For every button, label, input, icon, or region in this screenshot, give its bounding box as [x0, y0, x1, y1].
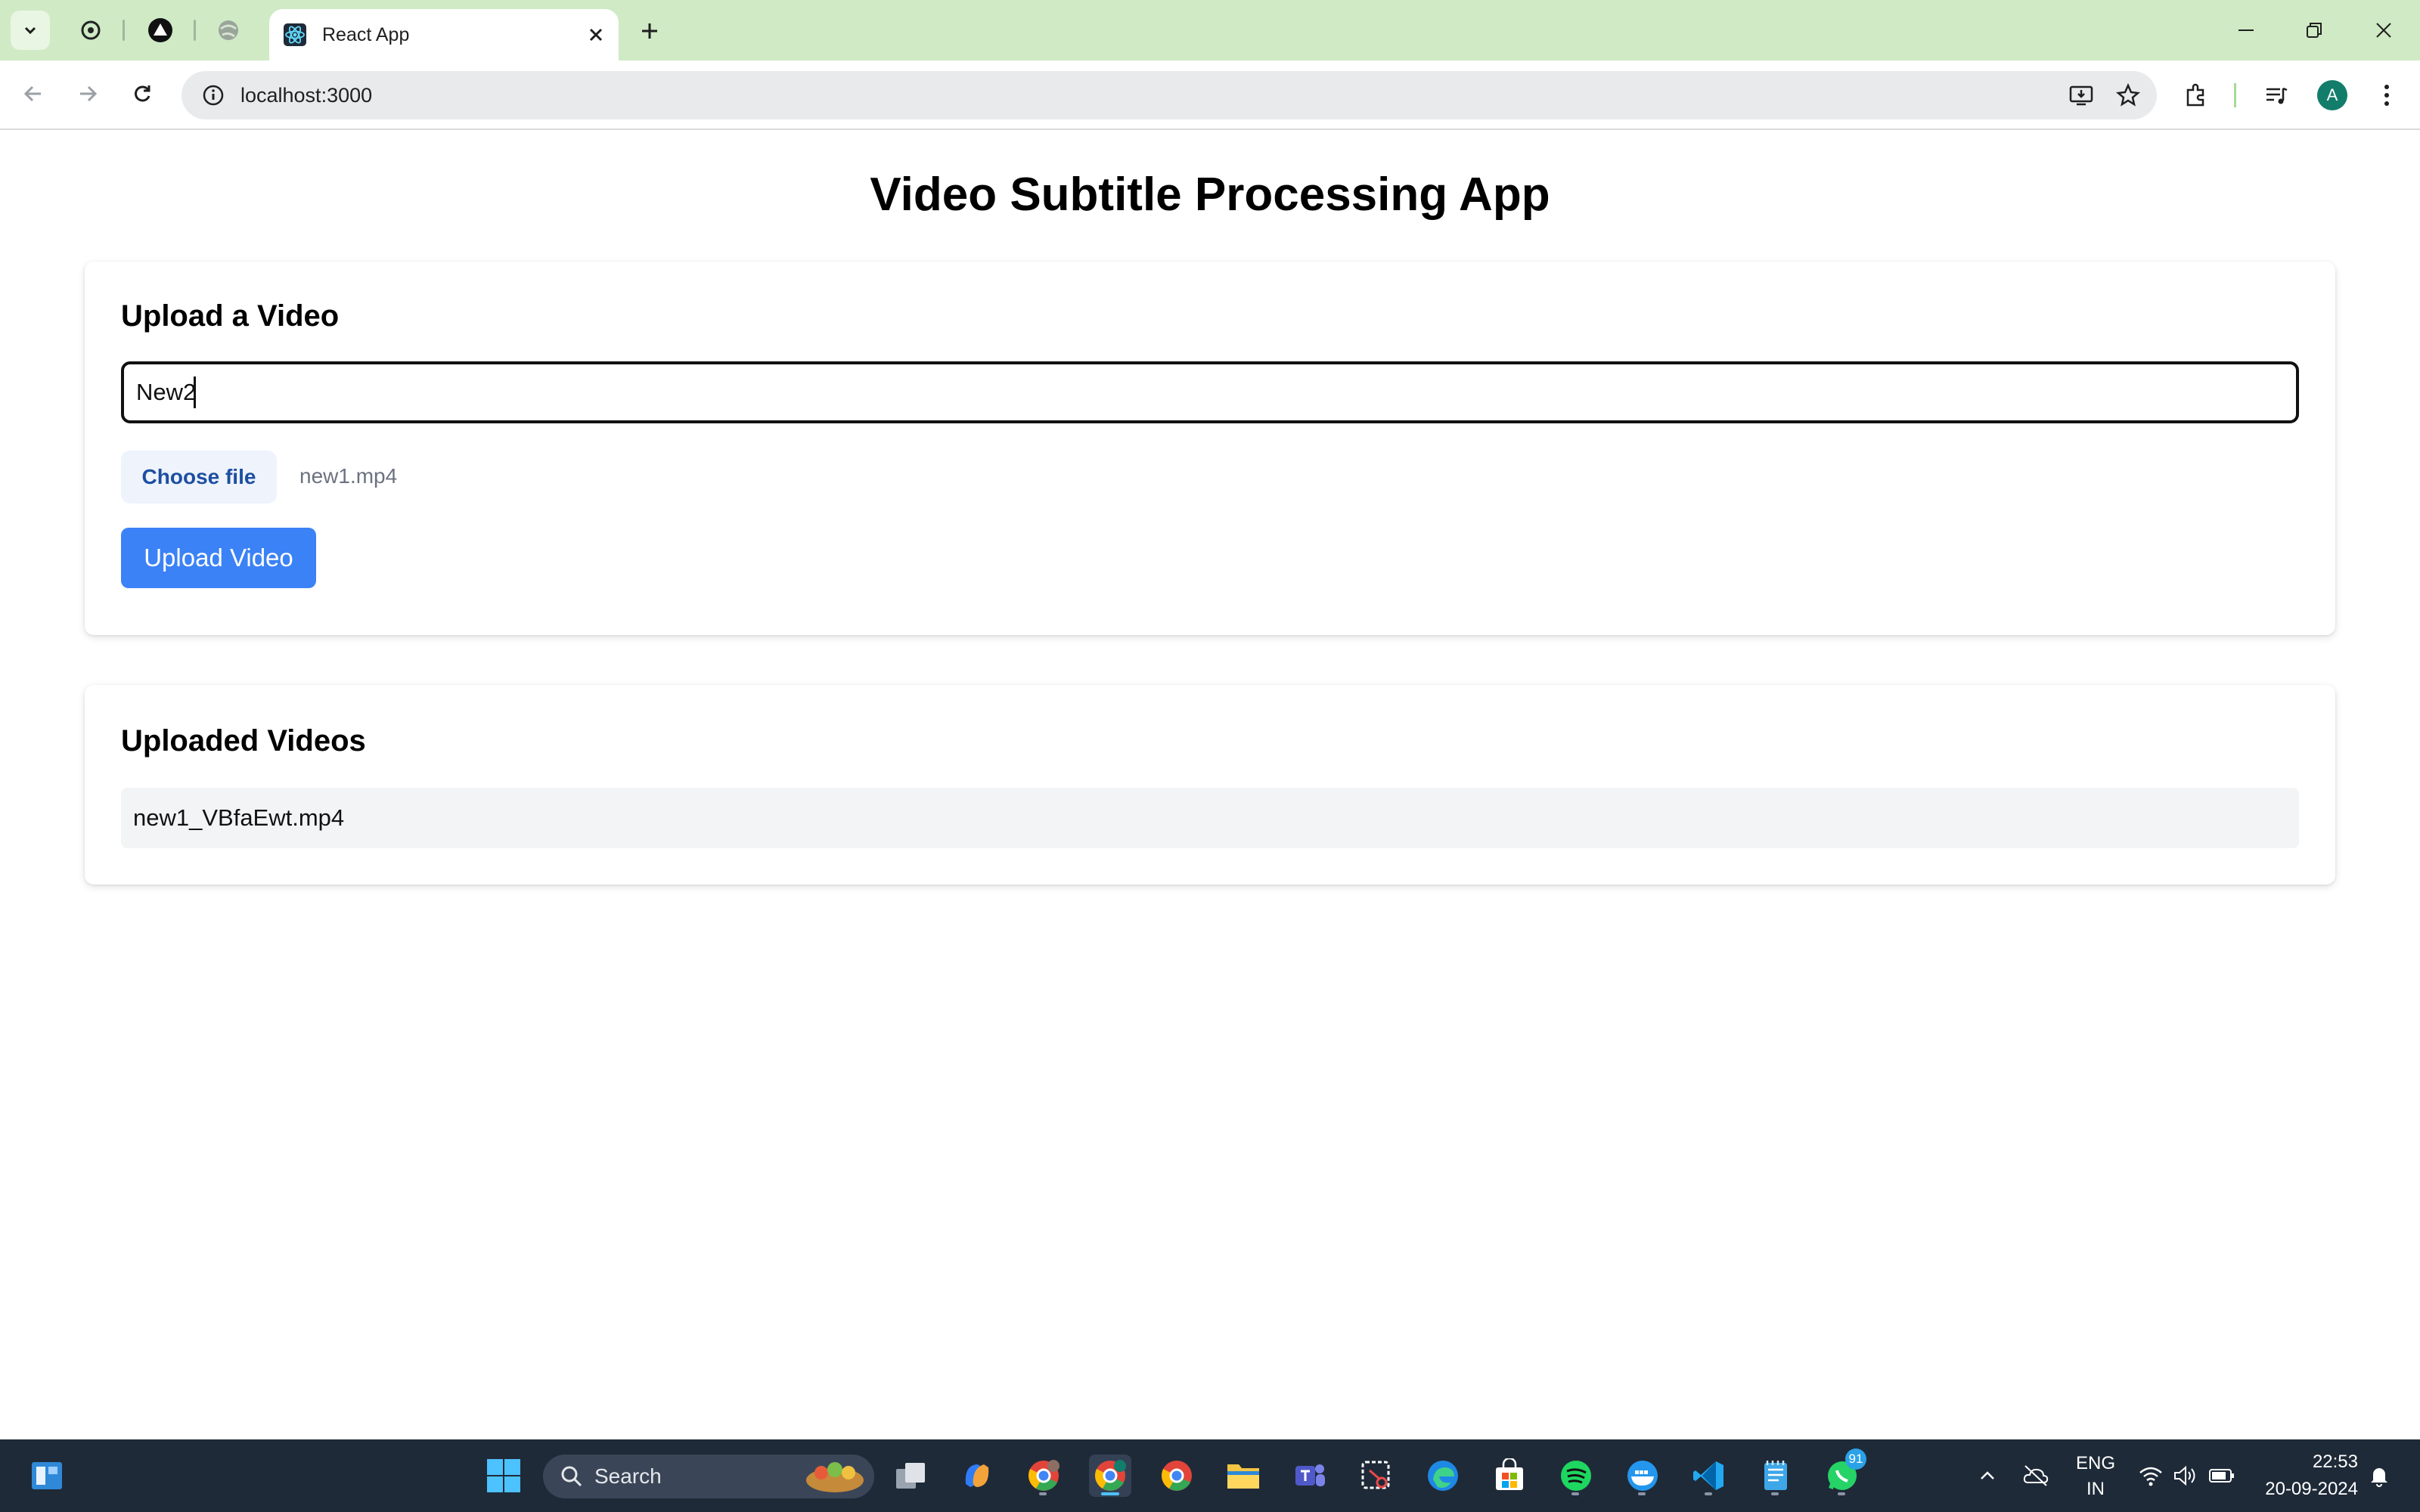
address-bar[interactable]: localhost:3000 — [182, 71, 2157, 119]
notifications-bell-icon[interactable] — [2358, 1455, 2400, 1497]
copilot-icon[interactable] — [956, 1455, 998, 1497]
list-item[interactable]: new1_VBfaEwt.mp4 — [121, 788, 2299, 848]
taskbar-search[interactable]: Search — [543, 1455, 874, 1498]
vercel-icon — [148, 18, 172, 42]
tab-react-app[interactable]: React App — [269, 9, 619, 60]
close-window-button[interactable] — [2363, 12, 2405, 48]
browser-tab-strip: React App — [0, 0, 2420, 60]
arrow-left-icon — [23, 85, 41, 102]
language-indicator[interactable]: ENG — [2071, 1453, 2121, 1474]
show-hidden-icons-button[interactable] — [1966, 1455, 2009, 1497]
clock-date[interactable]: 20-09-2024 — [2257, 1479, 2358, 1500]
file-explorer-icon[interactable] — [1222, 1455, 1264, 1497]
region-indicator[interactable]: IN — [2071, 1479, 2121, 1500]
running-indicator — [1638, 1492, 1646, 1495]
pinned-tab-globe[interactable] — [210, 12, 247, 48]
edge-icon[interactable] — [1422, 1455, 1464, 1497]
chevron-down-icon — [24, 26, 36, 35]
vscode-icon[interactable] — [1688, 1455, 1730, 1497]
microsoft-store-icon[interactable] — [1488, 1455, 1531, 1497]
running-indicator — [1571, 1492, 1579, 1495]
browser-toolbar: localhost:3000 — [0, 60, 2420, 130]
plus-icon — [642, 23, 657, 39]
new-tab-button[interactable] — [632, 14, 667, 48]
task-view-icon[interactable] — [889, 1455, 932, 1497]
reload-icon — [135, 85, 150, 102]
globe-icon — [219, 20, 238, 40]
video-title-input[interactable] — [121, 361, 2299, 423]
upload-video-button[interactable]: Upload Video — [121, 528, 316, 588]
restore-button[interactable] — [2293, 12, 2335, 48]
start-button[interactable] — [482, 1455, 525, 1497]
close-icon — [589, 28, 603, 42]
url-text: localhost:3000 — [240, 83, 373, 107]
react-icon — [281, 21, 309, 48]
running-indicator — [1705, 1492, 1712, 1495]
text-caret — [194, 376, 196, 408]
running-indicator — [1039, 1492, 1047, 1495]
chrome-profile-e-icon[interactable] — [1156, 1455, 1198, 1497]
choose-file-button[interactable]: Choose file — [121, 451, 277, 503]
chatgpt-icon — [81, 20, 101, 40]
forward-button[interactable] — [70, 76, 106, 112]
tab-separator — [194, 20, 196, 41]
uploaded-videos-card: Uploaded Videos new1_VBfaEwt.mp4 — [85, 685, 2335, 885]
close-icon — [2376, 23, 2391, 38]
chrome-profile-active-icon[interactable] — [1089, 1455, 1131, 1497]
tab-separator — [123, 20, 125, 41]
toolbar-divider — [2234, 83, 2236, 107]
selected-file-name: new1.mp4 — [299, 464, 398, 488]
uploaded-videos-heading: Uploaded Videos — [121, 724, 366, 758]
onedrive-offline-icon[interactable] — [2015, 1455, 2057, 1497]
arrow-right-icon — [80, 85, 98, 102]
chrome-profile-a-icon[interactable] — [1022, 1455, 1065, 1497]
whatsapp-notification-badge: 91 — [1845, 1448, 1866, 1470]
spotify-icon[interactable] — [1555, 1455, 1597, 1497]
browser-menu-icon[interactable] — [2369, 77, 2405, 113]
minimize-button[interactable] — [2225, 12, 2267, 48]
docker-icon[interactable] — [1621, 1455, 1664, 1497]
pinned-tab-vercel[interactable] — [142, 12, 178, 48]
search-label: Search — [594, 1464, 662, 1488]
reload-button[interactable] — [124, 76, 160, 112]
widgets-icon[interactable] — [29, 1458, 65, 1494]
pinned-tab-chatgpt[interactable] — [73, 12, 109, 48]
active-indicator — [1101, 1492, 1119, 1495]
bookmark-star-icon[interactable] — [2110, 77, 2146, 113]
site-info-icon[interactable] — [198, 80, 228, 110]
profile-avatar[interactable]: A — [2317, 80, 2347, 110]
notepad-icon[interactable] — [1754, 1455, 1797, 1497]
windows-icon — [487, 1459, 520, 1492]
page-title: Video Subtitle Processing App — [870, 169, 1550, 221]
teams-icon[interactable] — [1289, 1455, 1331, 1497]
media-control-icon[interactable] — [2258, 77, 2294, 113]
restore-icon — [2307, 23, 2322, 38]
running-indicator — [1838, 1492, 1845, 1495]
search-highlight-icon — [806, 1462, 864, 1492]
tab-close-button[interactable] — [581, 20, 611, 50]
clock-time[interactable]: 22:53 — [2257, 1452, 2358, 1473]
snipping-tool-icon[interactable] — [1355, 1455, 1398, 1497]
upload-card: Upload a Video Choose file new1.mp4 Uplo… — [85, 262, 2335, 635]
search-icon — [561, 1466, 582, 1487]
battery-icon[interactable] — [2201, 1455, 2243, 1497]
install-app-icon[interactable] — [2063, 77, 2099, 113]
chevron-up-icon — [1981, 1471, 1994, 1479]
upload-heading: Upload a Video — [121, 299, 340, 333]
extensions-icon[interactable] — [2178, 77, 2214, 113]
back-button[interactable] — [15, 76, 51, 112]
tab-search-button[interactable] — [11, 11, 50, 50]
minimize-icon — [2238, 29, 2254, 31]
tab-title: React App — [322, 23, 410, 45]
taskbar: Search 91 ENG IN 22:53 20-09-2024 — [0, 1439, 2420, 1512]
running-indicator — [1771, 1492, 1779, 1495]
